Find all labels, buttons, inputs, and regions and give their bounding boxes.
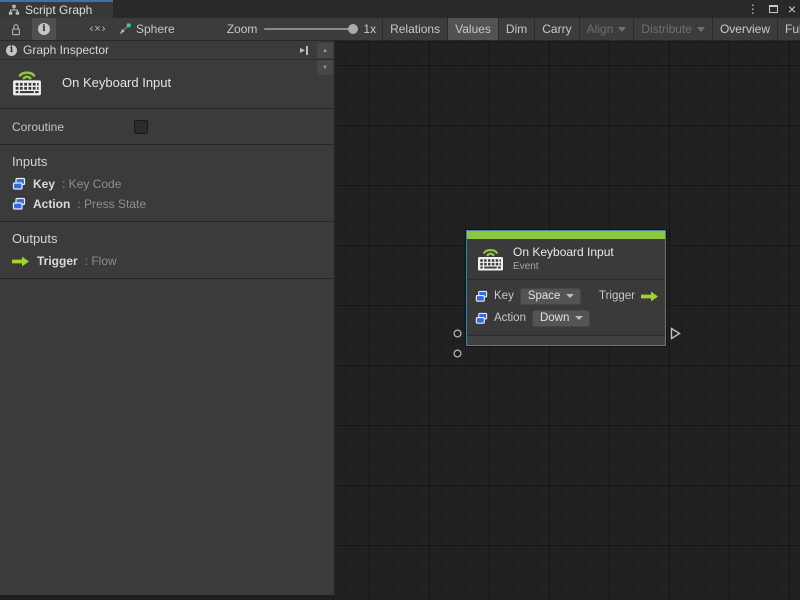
node-row-key: Key Space Trigger xyxy=(475,285,659,307)
zoom-label: Zoom xyxy=(226,22,258,36)
output-row-trigger: Trigger : Flow xyxy=(12,254,322,268)
graph-canvas[interactable]: On Keyboard Input Event Key Space Trigge… xyxy=(336,41,800,600)
node-title: On Keyboard Input xyxy=(513,245,614,259)
window-menu-icon[interactable]: ⋮ xyxy=(747,0,759,18)
trigger-label: Trigger xyxy=(599,290,635,302)
chevron-down-icon xyxy=(696,26,705,32)
graph-inspector-panel: i Graph Inspector ▸ ▲ ▼ On Keyboard Inpu… xyxy=(0,41,335,595)
node-body: Key Space Trigger Action Down xyxy=(467,280,665,335)
input-row-action: Action : Press State xyxy=(12,197,322,211)
toolbar-button-group: Relations Values Dim Carry Align Distrib… xyxy=(382,18,800,40)
flow-arrow-icon xyxy=(12,256,29,266)
dock-panel-button[interactable]: ▸ xyxy=(300,45,308,56)
key-value-dropdown[interactable]: Space xyxy=(519,287,582,305)
dock-icon: ▸ xyxy=(299,44,305,56)
inspector-unit-title: On Keyboard Input xyxy=(62,74,172,90)
outputs-section: Outputs Trigger : Flow xyxy=(0,222,334,279)
node-footer xyxy=(467,335,665,345)
chevron-down-icon xyxy=(618,26,627,32)
inspector-unit-header: On Keyboard Input xyxy=(0,60,334,109)
relations-button[interactable]: Relations xyxy=(382,18,447,40)
panel-bottom-edge xyxy=(0,595,335,600)
script-machine-icon xyxy=(119,22,131,34)
code-view-button[interactable]: ‹×› xyxy=(86,18,110,40)
node-subtitle: Event xyxy=(513,261,539,272)
node-titles: On Keyboard Input Event xyxy=(513,245,614,272)
trigger-output-port[interactable] xyxy=(670,327,681,340)
on-keyboard-input-node[interactable]: On Keyboard Input Event Key Space Trigge… xyxy=(453,230,681,358)
distribute-dropdown[interactable]: Distribute xyxy=(633,18,712,40)
graph-toolbar: i ‹×› Sphere Zoom 1x Relations Values Di… xyxy=(0,18,800,41)
close-icon[interactable]: × xyxy=(788,0,796,18)
value-port-icon xyxy=(12,197,26,210)
coroutine-label: Coroutine xyxy=(12,119,65,134)
full-screen-button[interactable]: Full Screen xyxy=(776,18,800,40)
node-header[interactable]: On Keyboard Input Event xyxy=(467,239,665,280)
tab-label: Script Graph xyxy=(25,3,93,17)
script-graph-icon xyxy=(8,4,20,15)
outputs-title: Outputs xyxy=(12,231,58,246)
target-label: Sphere xyxy=(136,22,175,36)
zoom-slider-handle[interactable] xyxy=(348,24,359,34)
keyboard-icon xyxy=(13,71,41,96)
inspector-scroll-buttons: ▲ ▼ xyxy=(317,41,333,75)
carry-button[interactable]: Carry xyxy=(534,18,578,40)
graph-target[interactable]: Sphere xyxy=(110,18,183,40)
coroutine-checkbox[interactable] xyxy=(134,119,149,134)
value-port-icon xyxy=(12,177,26,190)
lock-icon xyxy=(11,23,21,35)
tab-strip: Script Graph ⋮ × xyxy=(0,0,800,18)
node-event-colorbar xyxy=(467,231,665,239)
action-value-dropdown[interactable]: Down xyxy=(531,309,591,327)
unity-script-graph-window: Script Graph ⋮ × i ‹×› Sphere Zoom 1x Re… xyxy=(0,0,800,600)
inputs-section: Inputs Key : Key Code Action : Press Sta… xyxy=(0,145,334,222)
coroutine-row: Coroutine xyxy=(0,109,334,145)
scroll-up-button[interactable]: ▲ xyxy=(317,43,333,58)
keyboard-icon xyxy=(478,248,503,271)
action-input-port[interactable] xyxy=(453,349,462,358)
node-row-action: Action Down xyxy=(475,307,659,329)
value-port-icon xyxy=(475,312,488,324)
dim-button[interactable]: Dim xyxy=(497,18,534,40)
flow-arrow-icon xyxy=(641,291,658,301)
chevron-down-icon xyxy=(575,315,584,320)
inspector-header: i Graph Inspector ▸ xyxy=(0,41,334,60)
key-port-label: Key xyxy=(494,290,514,302)
maximize-icon[interactable] xyxy=(768,5,778,13)
window-controls: ⋮ × xyxy=(747,0,796,18)
scroll-down-button[interactable]: ▼ xyxy=(317,60,333,75)
overview-button[interactable]: Overview xyxy=(711,18,777,40)
inspector-title: Graph Inspector xyxy=(23,43,110,57)
zoom-control: Zoom 1x xyxy=(183,18,382,40)
code-icon: ‹×› xyxy=(89,23,107,35)
info-icon: i xyxy=(6,44,17,56)
chevron-down-icon xyxy=(566,293,575,298)
lock-button[interactable] xyxy=(4,18,28,40)
value-port-icon xyxy=(475,290,488,302)
values-button[interactable]: Values xyxy=(447,18,498,40)
info-icon: i xyxy=(38,23,50,35)
key-input-port[interactable] xyxy=(453,329,462,338)
zoom-slider[interactable] xyxy=(264,24,359,34)
tab-script-graph[interactable]: Script Graph xyxy=(0,0,113,18)
input-row-key: Key : Key Code xyxy=(12,177,322,191)
inspector-toggle-button[interactable]: i xyxy=(32,18,56,40)
inputs-title: Inputs xyxy=(12,154,48,169)
zoom-value: 1x xyxy=(363,22,377,36)
toolbar-left-group: i ‹×› xyxy=(0,18,110,40)
action-port-label: Action xyxy=(494,312,526,324)
align-dropdown[interactable]: Align xyxy=(578,18,634,40)
trigger-output: Trigger xyxy=(599,290,659,302)
